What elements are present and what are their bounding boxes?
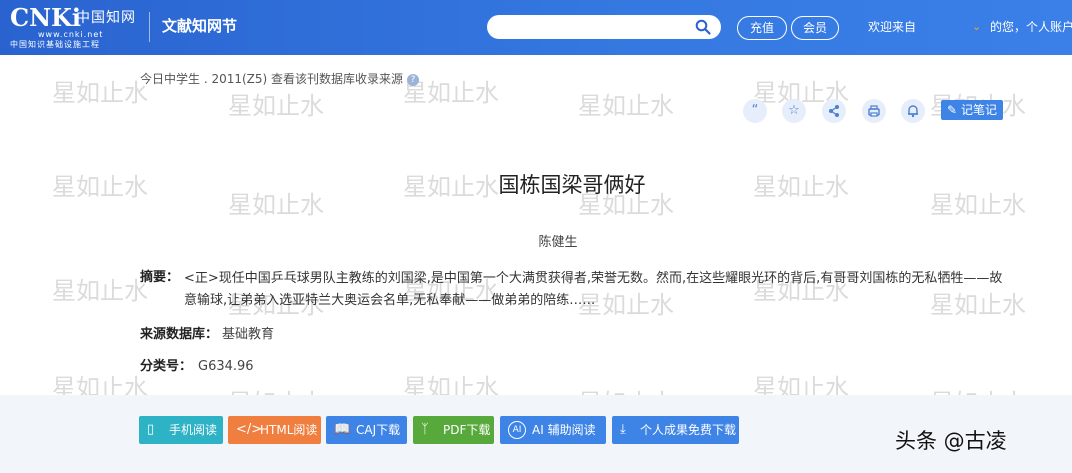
download-icon: ⤓ (620, 422, 626, 437)
phone-icon: ▯ (147, 422, 155, 437)
breadcrumb[interactable]: 今日中学生 . 2011(Z5) 查看该刊数据库收录来源? (140, 70, 420, 88)
book-icon: 📖 (334, 422, 351, 437)
source-label: 来源数据库： (140, 327, 219, 342)
caj-download-button[interactable]: 📖 CAJ下载 (326, 416, 407, 444)
classification-label: 分类号： (140, 359, 193, 374)
source-value[interactable]: 基础教育 (222, 325, 274, 345)
mobile-read-button[interactable]: ▯ 手机阅读 (139, 416, 223, 444)
share-glyph (829, 105, 839, 117)
member-button[interactable]: 会员 (791, 16, 839, 40)
pdf-icon: ᛉ (421, 422, 429, 437)
bell-icon[interactable] (901, 99, 925, 123)
pdf-download-button[interactable]: ᛉ PDF下载 (413, 416, 494, 444)
html-read-label: HTML阅读 (260, 423, 318, 437)
search-icon[interactable] (695, 19, 711, 35)
personal-free-download-button[interactable]: ⤓ 个人成果免费下载 (612, 416, 739, 444)
recharge-button[interactable]: 充值 (737, 16, 787, 40)
welcome-text: 欢迎来自 (868, 20, 917, 34)
abstract-label: 摘要： (140, 270, 180, 285)
ai-assisted-read-label: AI 辅助阅读 (532, 423, 596, 437)
take-note-label: 记笔记 (960, 103, 997, 117)
ai-icon: AI (508, 421, 526, 439)
search-input[interactable] (487, 15, 721, 39)
print-icon[interactable] (862, 99, 886, 123)
share-icon[interactable] (822, 99, 846, 123)
watermark: 星如止水 (578, 92, 674, 120)
logo-url: www.cnki.net (38, 30, 104, 39)
logo-subtitle: 中国知识基础设施工程 (10, 40, 100, 49)
bell-glyph (908, 105, 918, 118)
watermark: 星如止水 (52, 79, 148, 107)
ai-assisted-read-button[interactable]: AI AI 辅助阅读 (500, 416, 606, 444)
print-glyph (868, 105, 880, 117)
caj-download-label: CAJ下载 (356, 423, 401, 437)
cnki-logo[interactable]: CNKi 中国知网 www.cnki.net 中国知识基础设施工程 (10, 6, 146, 50)
watermark: 星如止水 (52, 277, 148, 305)
logo-chinese-name: 中国知网 (76, 10, 136, 26)
top-header: CNKi 中国知网 www.cnki.net 中国知识基础设施工程 文献知网节 … (0, 0, 1072, 55)
quote-icon[interactable]: “ (743, 99, 767, 123)
star-icon[interactable]: ☆ (782, 99, 806, 123)
classification-value: G634.96 (198, 359, 254, 374)
header-divider (149, 12, 150, 42)
author-link[interactable]: 陈健生 (0, 233, 1072, 253)
mobile-read-label: 手机阅读 (169, 423, 218, 437)
pencil-icon: ✎ (947, 103, 958, 117)
html-read-button[interactable]: </> HTML阅读 (228, 416, 321, 444)
source-credit: 头条 @古凌 (895, 429, 1007, 453)
watermark: 星如止水 (228, 92, 324, 120)
help-icon[interactable]: ? (407, 74, 420, 86)
chevron-down-icon[interactable]: ⌄ (972, 16, 981, 38)
account-link[interactable]: 的您，个人账户 (990, 16, 1072, 38)
code-icon: </> (236, 422, 263, 437)
logo-wordmark: CNKi (10, 3, 82, 32)
take-note-button[interactable]: ✎ 记笔记 (941, 100, 1003, 120)
site-title[interactable]: 文献知网节 (162, 15, 237, 37)
abstract-text: <正>现任中国乒乓球男队主教练的刘国梁,是中国第一个大满贯获得者,荣誉无数。然而… (184, 271, 1003, 308)
article-title: 国栋国梁哥俩好 (498, 173, 646, 197)
breadcrumb-text[interactable]: 今日中学生 . 2011(Z5) 查看该刊数据库收录来源 (140, 72, 403, 86)
pdf-download-label: PDF下载 (443, 423, 491, 437)
personal-free-download-label: 个人成果免费下载 (640, 423, 737, 437)
